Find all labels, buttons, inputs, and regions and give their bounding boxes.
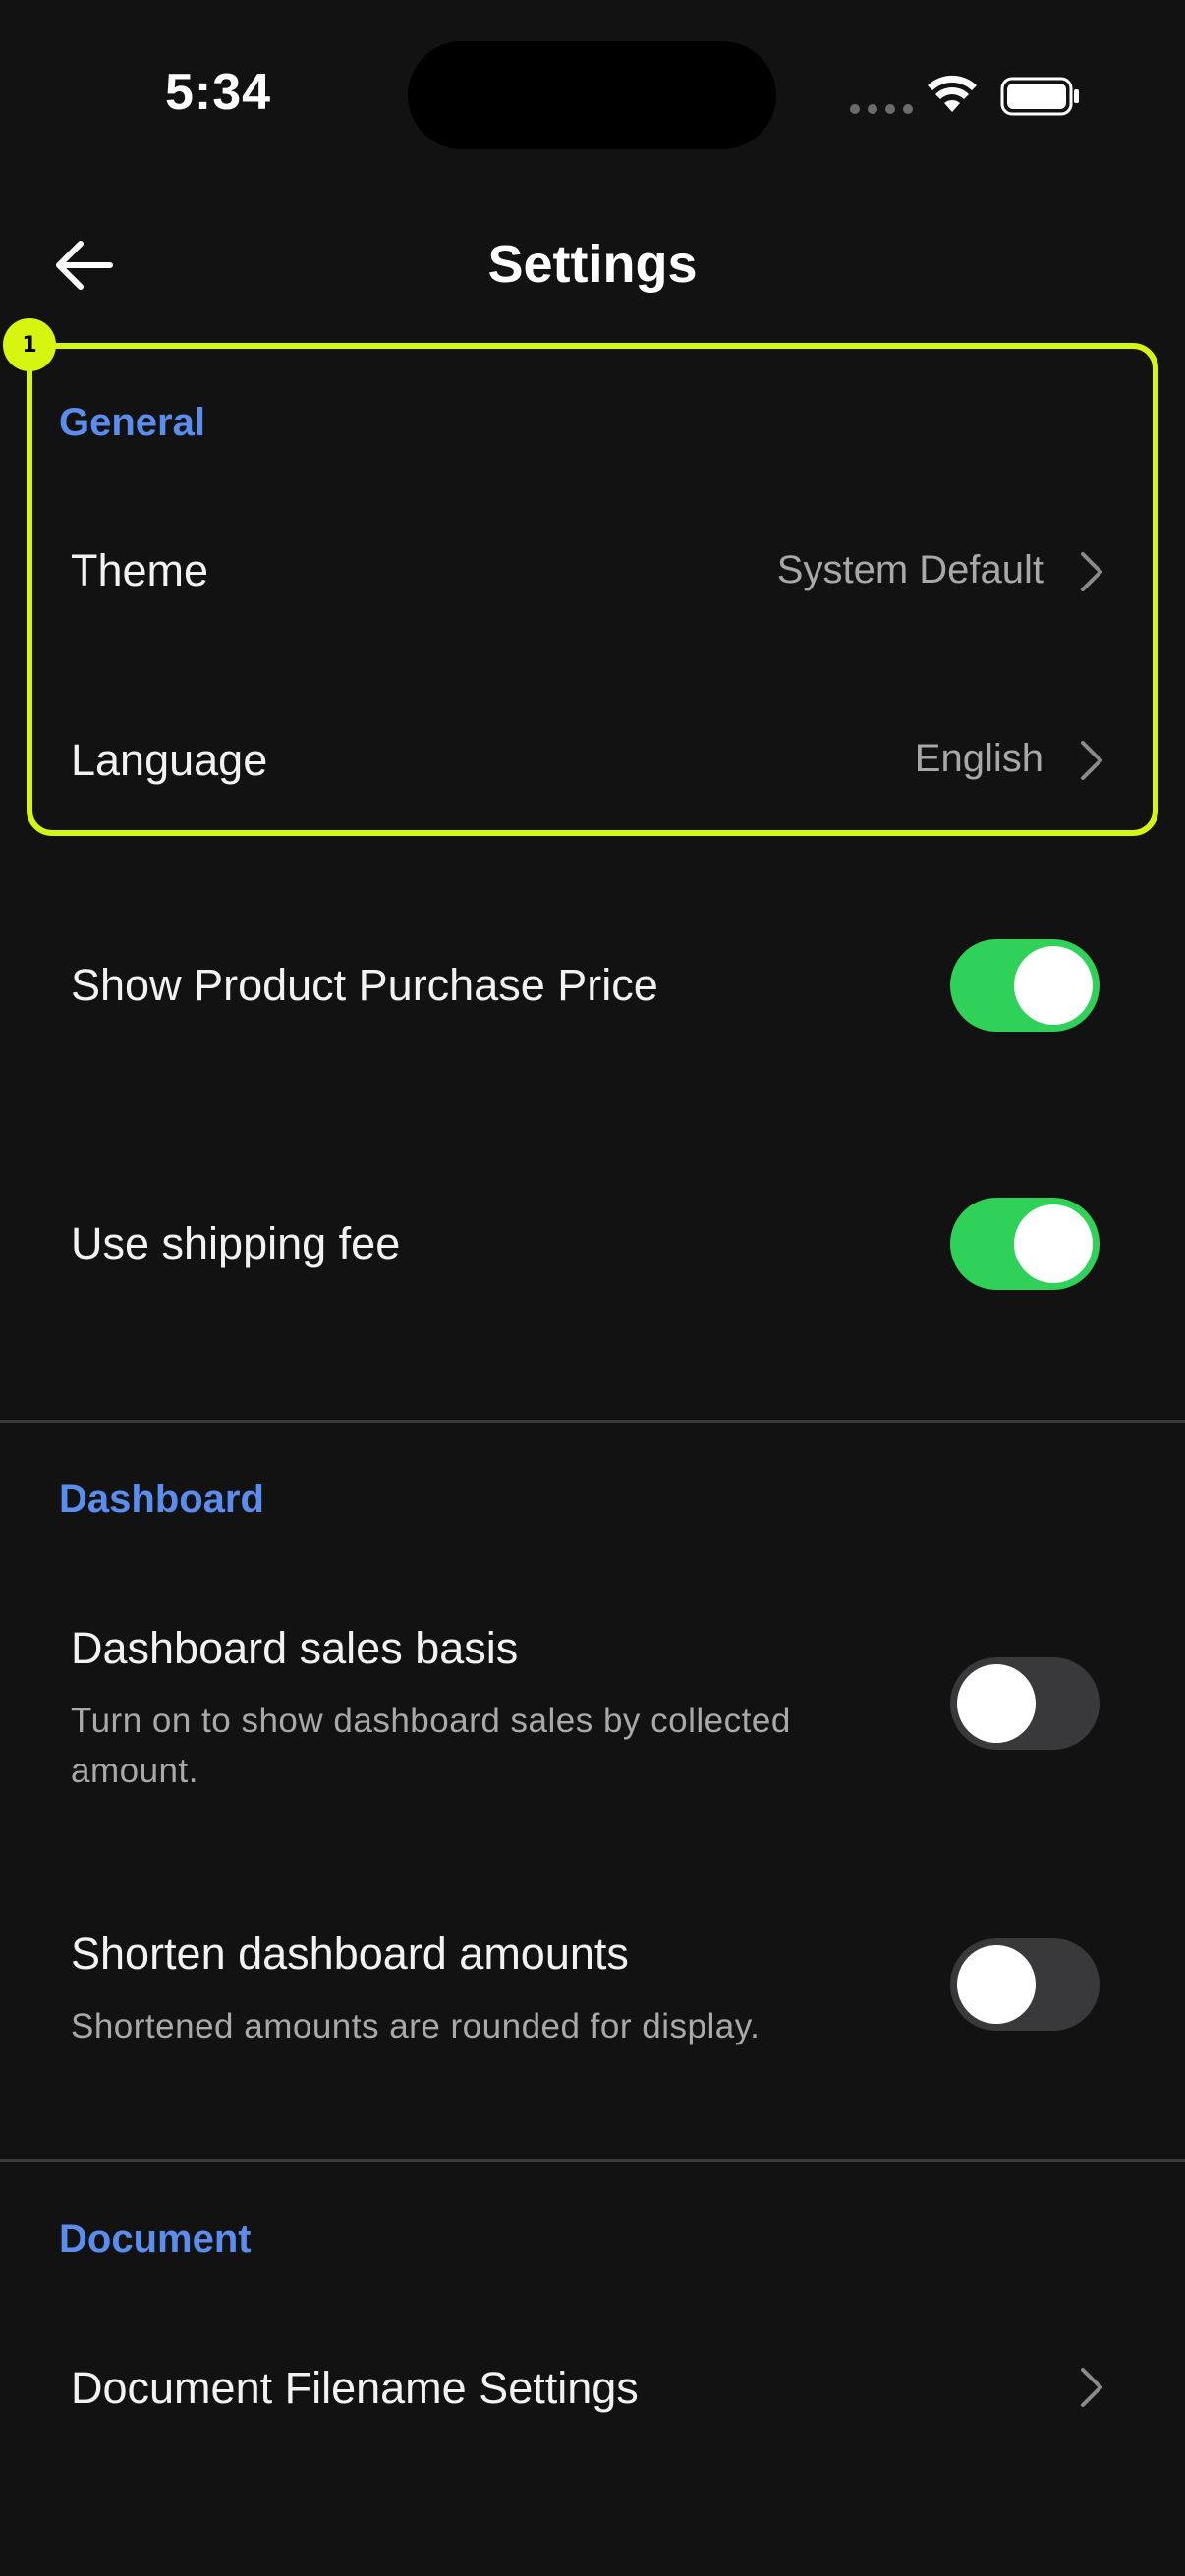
shorten-amounts-description: Shortened amounts are rounded for displa…: [71, 2007, 761, 2045]
language-label: Language: [71, 735, 268, 785]
chevron-right-icon: [1081, 2368, 1102, 2407]
section-title-general: General: [59, 401, 205, 444]
shorten-amounts-label: Shorten dashboard amounts: [71, 1929, 629, 1979]
sales-basis-toggle[interactable]: [950, 1657, 1100, 1750]
sales-basis-description-line2: amount.: [71, 1752, 198, 1790]
theme-label: Theme: [71, 545, 209, 595]
sales-basis-label: Dashboard sales basis: [71, 1623, 519, 1673]
wifi-icon: [928, 75, 977, 112]
chevron-right-icon: [1081, 552, 1102, 591]
shorten-amounts-toggle[interactable]: [950, 1938, 1100, 2031]
page-title: Settings: [487, 235, 698, 294]
section-divider: [0, 1420, 1185, 1423]
toggle-knob: [957, 1664, 1036, 1743]
battery-icon: [1000, 77, 1079, 116]
language-value: English: [914, 737, 1044, 780]
toggle-knob: [957, 1945, 1036, 2024]
shipping-fee-label: Use shipping fee: [71, 1218, 401, 1268]
cellular-signal-icon: [850, 104, 913, 114]
section-title-document: Document: [59, 2217, 252, 2261]
toggle-knob: [1014, 1204, 1093, 1283]
purchase-price-toggle[interactable]: [950, 939, 1100, 1032]
purchase-price-label: Show Product Purchase Price: [71, 960, 658, 1010]
shipping-fee-toggle[interactable]: [950, 1198, 1100, 1290]
highlight-badge: 1: [3, 318, 56, 371]
chevron-right-icon: [1081, 741, 1102, 780]
document-filename-label: Document Filename Settings: [71, 2363, 639, 2413]
dynamic-island: [408, 41, 776, 149]
sales-basis-description-line1: Turn on to show dashboard sales by colle…: [71, 1702, 791, 1740]
section-divider: [0, 2159, 1185, 2162]
status-time: 5:34: [165, 64, 272, 121]
theme-value: System Default: [776, 548, 1044, 591]
section-title-dashboard: Dashboard: [59, 1478, 264, 1521]
toggle-knob: [1014, 946, 1093, 1025]
